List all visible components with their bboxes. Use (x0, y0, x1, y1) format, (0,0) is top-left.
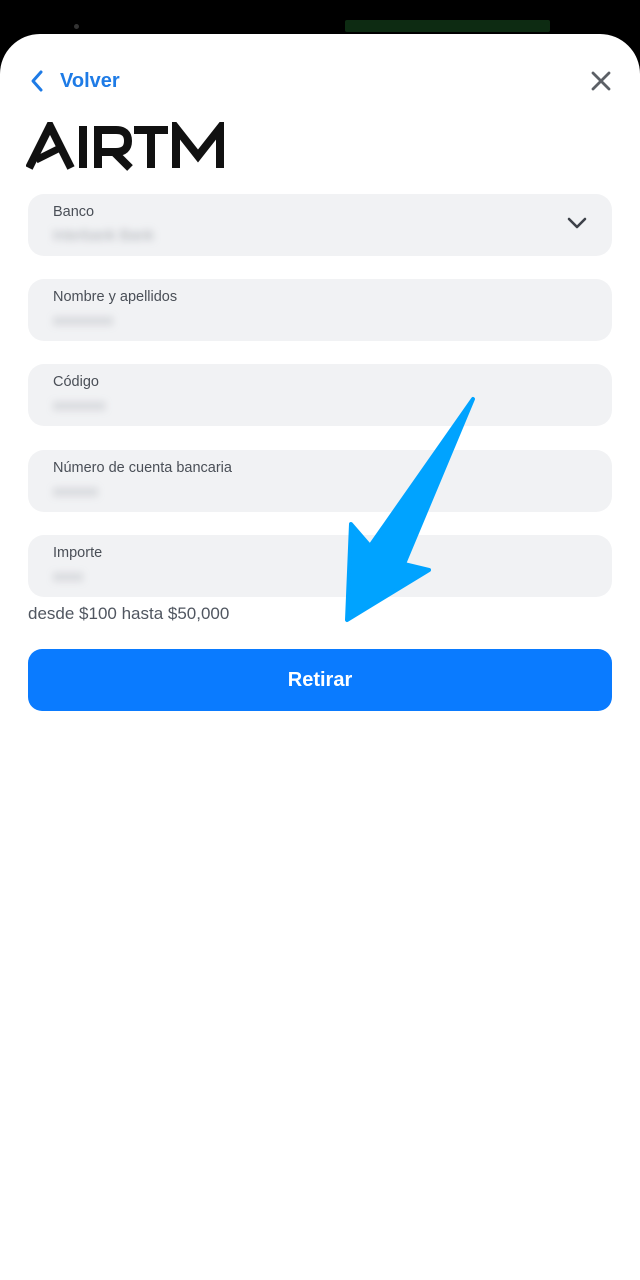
full-name-value: xxxxxxxx (53, 312, 113, 329)
bank-label: Banco (53, 204, 95, 220)
amount-value: xxxx (53, 568, 83, 585)
back-label: Volver (60, 69, 120, 92)
chevron-down-icon[interactable] (566, 216, 588, 230)
status-dot (74, 24, 79, 29)
bank-value: Interbank Bank (53, 227, 154, 244)
account-number-label: Número de cuenta bancaria (53, 460, 232, 476)
close-icon[interactable] (588, 68, 614, 94)
code-field[interactable]: Código xxxxxxx (28, 364, 612, 426)
withdraw-sheet: Volver Banco Interbank Bank Nombre y ape… (0, 34, 640, 1280)
withdraw-button[interactable]: Retirar (28, 649, 612, 711)
amount-label: Importe (53, 545, 103, 561)
code-label: Código (53, 374, 99, 390)
full-name-field[interactable]: Nombre y apellidos xxxxxxxx (28, 279, 612, 341)
airtm-logo (26, 122, 224, 171)
annotation-arrow-icon (345, 397, 475, 622)
account-number-value: xxxxxx (53, 483, 98, 500)
account-number-field[interactable]: Número de cuenta bancaria xxxxxx (28, 450, 612, 512)
status-bar (0, 0, 640, 34)
code-value: xxxxxxx (53, 397, 106, 414)
bank-select[interactable]: Banco Interbank Bank (28, 194, 612, 256)
back-button[interactable]: Volver (28, 66, 120, 96)
status-indicator (345, 20, 550, 32)
amount-field[interactable]: Importe xxxx (28, 535, 612, 597)
amount-range-hint: desde $100 hasta $50,000 (28, 604, 230, 623)
full-name-label: Nombre y apellidos (53, 289, 178, 305)
chevron-left-icon (31, 70, 43, 92)
